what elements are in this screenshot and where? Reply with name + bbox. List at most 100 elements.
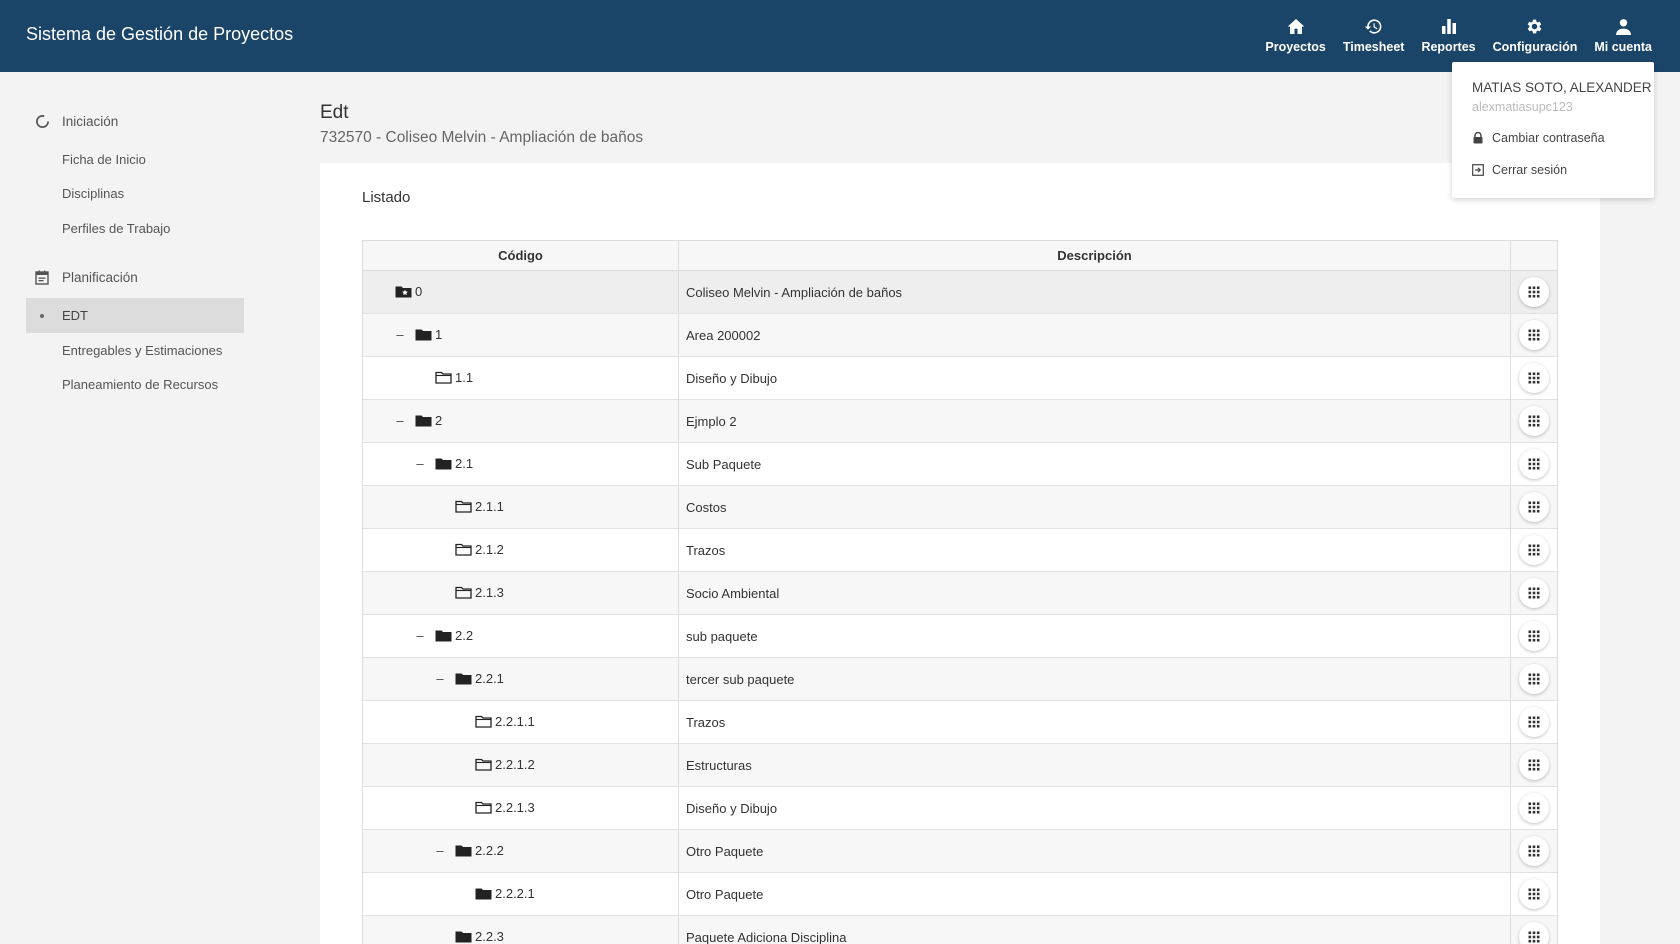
apps-grid-icon xyxy=(1528,716,1540,728)
apps-grid-icon xyxy=(1528,845,1540,857)
change-password-item[interactable]: Cambiar contraseña xyxy=(1472,131,1605,145)
sidebar-section-planificacion[interactable]: Planificación xyxy=(34,269,138,285)
apps-grid-icon xyxy=(1528,372,1540,384)
row-actions-button[interactable] xyxy=(1519,535,1549,565)
row-actions-button[interactable] xyxy=(1519,664,1549,694)
code-label: 2.1.3 xyxy=(475,585,504,600)
code-label: 0 xyxy=(415,284,423,299)
column-header-description[interactable]: Descripción xyxy=(679,241,1511,270)
grid-header: Código Descripción xyxy=(363,241,1557,271)
sidebar-section-iniciacion[interactable]: Iniciación xyxy=(34,113,118,129)
collapse-toggle[interactable]: – xyxy=(435,672,445,686)
table-row[interactable]: 2.1.3 Socio Ambiental xyxy=(363,572,1557,615)
app-title[interactable]: Sistema de Gestión de Proyectos xyxy=(26,24,293,45)
sidebar-item-perfiles-de-trabajo[interactable]: Perfiles de Trabajo xyxy=(62,221,170,236)
cell-code: 2.1.3 xyxy=(363,572,679,614)
row-actions-button[interactable] xyxy=(1519,836,1549,866)
table-row[interactable]: 2.1.1 Costos xyxy=(363,486,1557,529)
table-row[interactable]: 0 Coliseo Melvin - Ampliación de baños xyxy=(363,271,1557,314)
nav-reportes[interactable]: Reportes xyxy=(1421,16,1476,54)
cell-description: Ejmplo 2 xyxy=(679,400,1511,442)
cell-actions xyxy=(1511,830,1557,872)
nav-label: Reportes xyxy=(1421,40,1476,54)
sidebar-item-entregables[interactable]: Entregables y Estimaciones xyxy=(62,343,222,358)
cell-description: Estructuras xyxy=(679,744,1511,786)
row-actions-button[interactable] xyxy=(1519,449,1549,479)
row-actions-button[interactable] xyxy=(1519,363,1549,393)
apps-grid-icon xyxy=(1528,286,1540,298)
table-row[interactable]: 2.2.1.2 Estructuras xyxy=(363,744,1557,787)
cell-description: Otro Paquete xyxy=(679,830,1511,872)
logout-item[interactable]: Cerrar sesión xyxy=(1472,163,1567,177)
row-actions-button[interactable] xyxy=(1519,621,1549,651)
nav-configuracion[interactable]: Configuración xyxy=(1493,16,1577,54)
table-row[interactable]: – 2.2.2 Otro Paquete xyxy=(363,830,1557,873)
folder-icon xyxy=(435,629,452,643)
folder-outline-icon xyxy=(455,500,472,514)
table-row[interactable]: – 2.2.1 tercer sub paquete xyxy=(363,658,1557,701)
cell-code: 2.1.1 xyxy=(363,486,679,528)
row-actions-button[interactable] xyxy=(1519,922,1549,944)
nav-mi-cuenta[interactable]: Mi cuenta xyxy=(1594,16,1652,54)
cell-description: Diseño y Dibujo xyxy=(679,787,1511,829)
cell-description: Otro Paquete xyxy=(679,873,1511,915)
row-actions-button[interactable] xyxy=(1519,578,1549,608)
cell-actions xyxy=(1511,787,1557,829)
collapse-toggle[interactable]: – xyxy=(435,844,445,858)
folder-star-icon xyxy=(395,285,412,299)
collapse-toggle[interactable]: – xyxy=(395,414,405,428)
nav-proyectos[interactable]: Proyectos xyxy=(1265,16,1326,54)
table-row[interactable]: 2.2.3 Paquete Adiciona Disciplina xyxy=(363,916,1557,944)
collapse-toggle[interactable]: – xyxy=(415,457,425,471)
row-actions-button[interactable] xyxy=(1519,750,1549,780)
table-row[interactable]: –2 Ejmplo 2 xyxy=(363,400,1557,443)
column-header-actions xyxy=(1511,241,1557,270)
home-icon xyxy=(1286,16,1306,36)
sidebar: Iniciación Ficha de Inicio Disciplinas P… xyxy=(0,72,260,944)
cell-actions xyxy=(1511,357,1557,399)
cell-code: – 2.1 xyxy=(363,443,679,485)
cell-actions xyxy=(1511,572,1557,614)
code-label: 2.1.2 xyxy=(475,542,504,557)
cell-description: tercer sub paquete xyxy=(679,658,1511,700)
row-actions-button[interactable] xyxy=(1519,492,1549,522)
list-card: Listado Código Descripción 0 Coliseo Melv… xyxy=(320,163,1600,944)
table-row[interactable]: 1.1 Diseño y Dibujo xyxy=(363,357,1557,400)
row-actions-button[interactable] xyxy=(1519,277,1549,307)
sidebar-item-ficha-de-inicio[interactable]: Ficha de Inicio xyxy=(62,152,146,167)
cell-code: – 2.2 xyxy=(363,615,679,657)
sidebar-section-label: Iniciación xyxy=(62,113,119,129)
sidebar-item-disciplinas[interactable]: Disciplinas xyxy=(62,186,124,201)
row-actions-button[interactable] xyxy=(1519,879,1549,909)
cell-actions xyxy=(1511,615,1557,657)
row-actions-button[interactable] xyxy=(1519,406,1549,436)
table-row[interactable]: – 2.2 sub paquete xyxy=(363,615,1557,658)
code-label: 1.1 xyxy=(455,370,474,385)
cell-actions xyxy=(1511,271,1557,313)
column-header-code[interactable]: Código xyxy=(363,241,679,270)
account-menu: MATIAS SOTO, ALEXANDER alexmatiasupc123 … xyxy=(1452,62,1654,198)
table-row[interactable]: 2.2.1.3 Diseño y Dibujo xyxy=(363,787,1557,830)
nav-timesheet[interactable]: Timesheet xyxy=(1343,16,1404,54)
folder-icon xyxy=(475,887,492,901)
collapse-toggle[interactable]: – xyxy=(395,328,405,342)
sidebar-item-edt[interactable]: EDT xyxy=(26,298,244,333)
folder-icon xyxy=(455,930,472,944)
apps-grid-icon xyxy=(1528,673,1540,685)
table-row[interactable]: – 2.1 Sub Paquete xyxy=(363,443,1557,486)
edt-tree-grid: Código Descripción 0 Coliseo Melvin - Amp… xyxy=(362,240,1558,944)
logout-icon xyxy=(1472,164,1484,176)
table-row[interactable]: 2.2.1.1 Trazos xyxy=(363,701,1557,744)
table-row[interactable]: –1 Area 200002 xyxy=(363,314,1557,357)
row-actions-button[interactable] xyxy=(1519,320,1549,350)
active-bullet xyxy=(40,314,44,318)
row-actions-button[interactable] xyxy=(1519,793,1549,823)
table-row[interactable]: 2.1.2 Trazos xyxy=(363,529,1557,572)
row-actions-button[interactable] xyxy=(1519,707,1549,737)
table-row[interactable]: 2.2.2.1 Otro Paquete xyxy=(363,873,1557,916)
cell-code: 2.2.1.3 xyxy=(363,787,679,829)
collapse-toggle[interactable]: – xyxy=(415,629,425,643)
sidebar-item-planeamiento-recursos[interactable]: Planeamiento de Recursos xyxy=(62,377,218,392)
cell-actions xyxy=(1511,744,1557,786)
apps-grid-icon xyxy=(1528,329,1540,341)
